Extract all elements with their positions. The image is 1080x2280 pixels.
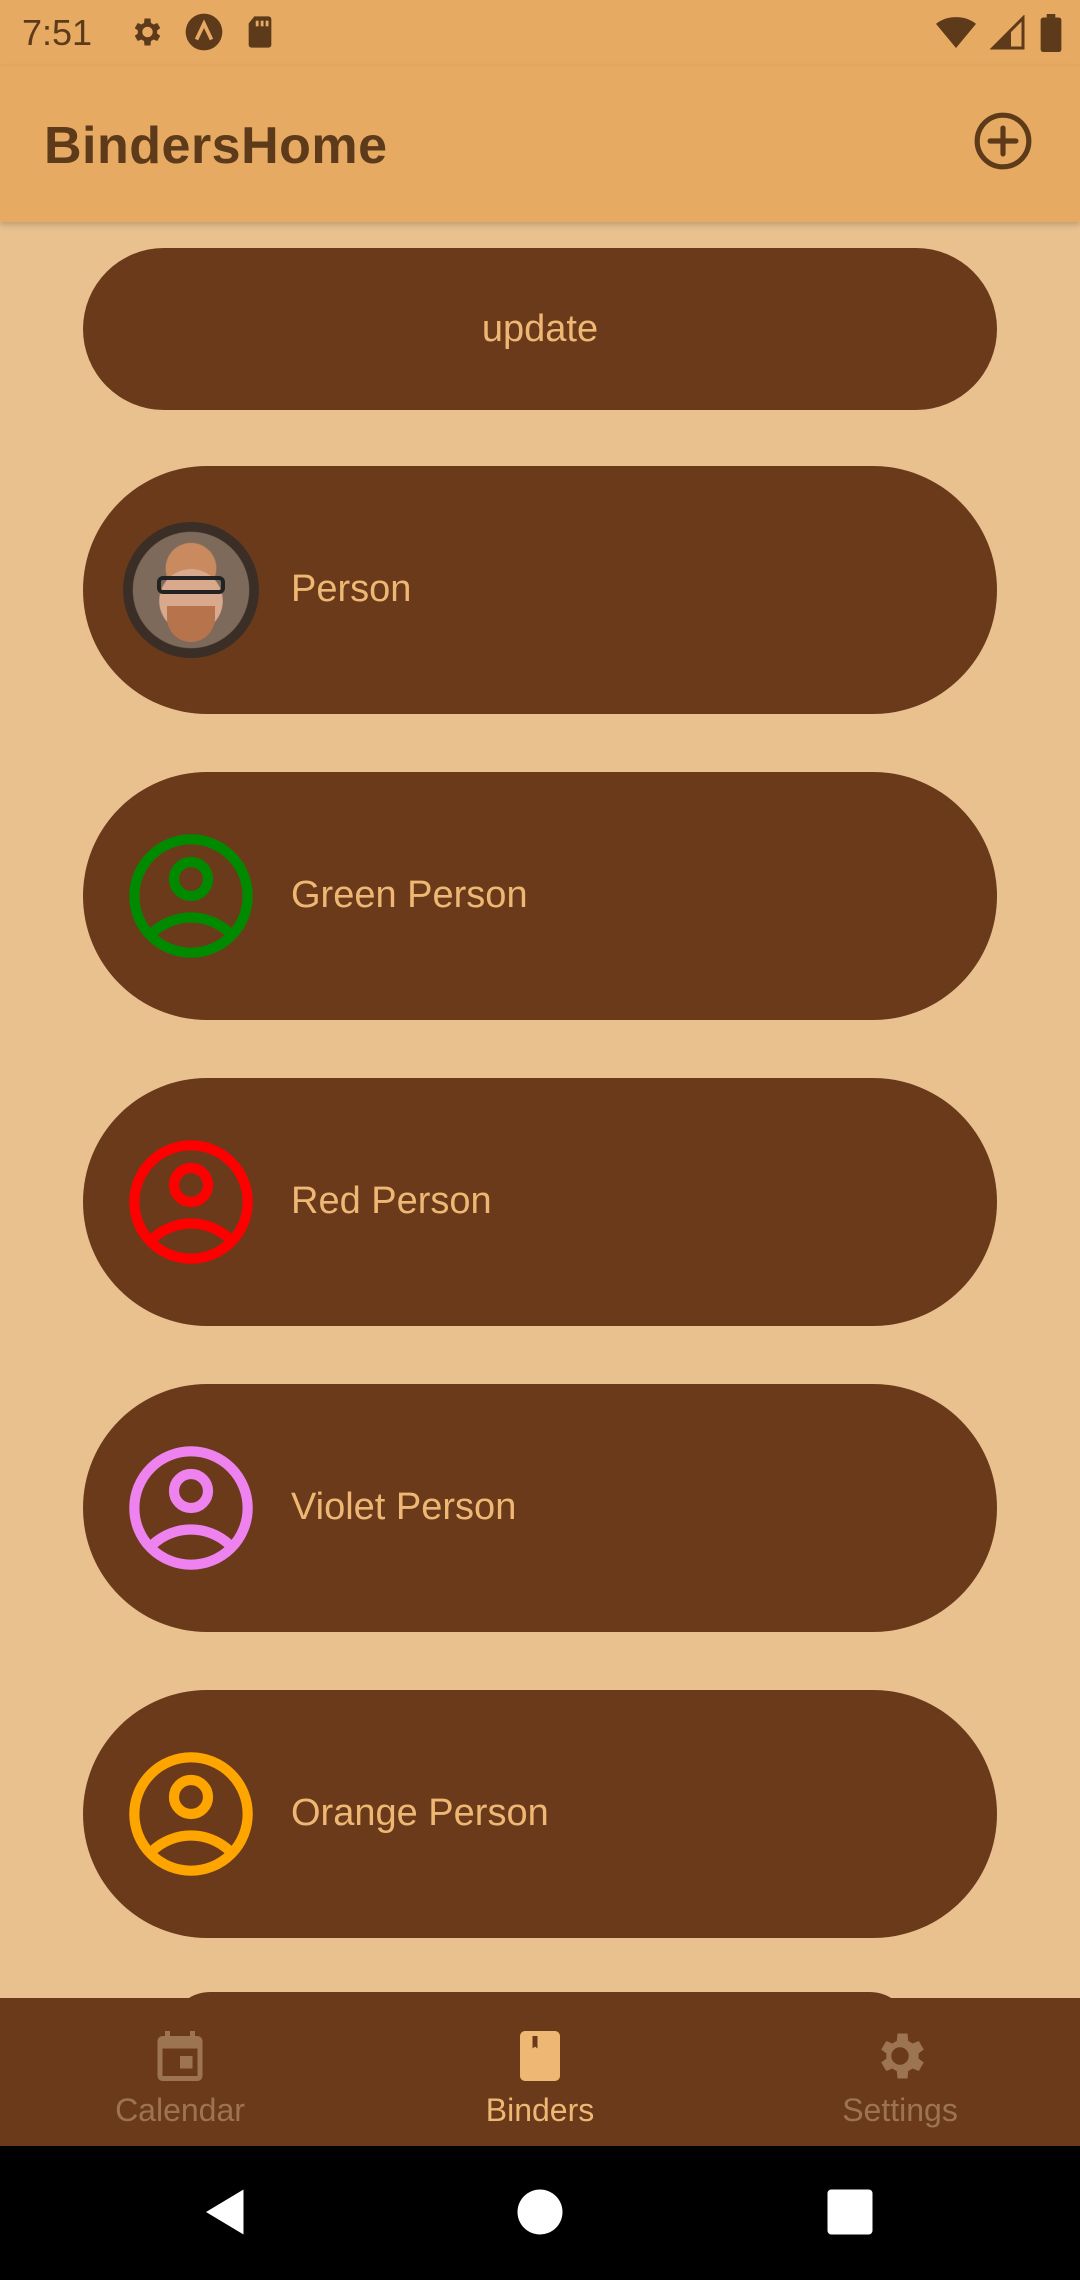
system-nav-bar <box>0 2146 1080 2280</box>
person-item[interactable]: Violet Person <box>83 1384 997 1632</box>
recents-icon[interactable] <box>820 2182 880 2242</box>
update-button-label: update <box>481 307 599 350</box>
person-outline-icon <box>129 1446 253 1570</box>
person-name: Person <box>291 568 412 610</box>
home-icon[interactable] <box>510 2182 570 2242</box>
nav-item-calendar[interactable]: Calendar <box>0 1998 360 2146</box>
calendar-icon <box>157 2031 203 2081</box>
status-bar: 7:51 <box>0 0 1080 66</box>
sd-card-icon <box>248 16 272 48</box>
person-photo-avatar <box>123 522 259 658</box>
add-binder-button[interactable] <box>972 110 1034 172</box>
app-bar: BindersHome <box>0 66 1080 222</box>
page-title: BindersHome <box>44 117 388 175</box>
add-circle-icon <box>974 112 1032 170</box>
cell-signal-icon <box>990 15 1025 50</box>
person-name: Orange Person <box>291 1792 549 1834</box>
person-item[interactable]: Red Person <box>83 1078 997 1326</box>
settings-gear-icon <box>134 18 161 46</box>
person-outline-icon <box>129 1752 253 1876</box>
app-notification-icon <box>185 13 223 51</box>
person-outline-icon <box>129 834 253 958</box>
status-time: 7:51 <box>22 12 93 53</box>
nav-item-binders[interactable]: Binders <box>360 1998 720 2146</box>
person-item[interactable]: Orange Person <box>83 1690 997 1938</box>
nav-item-settings[interactable]: Settings <box>720 1998 1080 2146</box>
person-item[interactable]: Green Person <box>83 772 997 1020</box>
person-item[interactable]: Person <box>83 466 997 714</box>
status-left-icons <box>128 12 276 52</box>
nav-label: Binders <box>485 2092 595 2128</box>
nav-label: Calendar <box>115 2092 245 2128</box>
settings-gear-icon <box>881 2033 924 2079</box>
battery-icon <box>1040 14 1062 52</box>
wifi-icon <box>936 17 976 48</box>
status-right-icons <box>936 14 1062 52</box>
person-name: Violet Person <box>291 1486 517 1528</box>
binder-icon <box>520 2031 560 2081</box>
binders-list[interactable]: update Person Green Person Red Person Vi… <box>0 222 1080 1998</box>
bottom-nav: Calendar Binders Settings <box>0 1998 1080 2146</box>
nav-label: Settings <box>842 2092 958 2128</box>
update-button[interactable]: update <box>83 248 997 410</box>
back-icon[interactable] <box>196 2182 256 2242</box>
person-name: Green Person <box>291 874 528 916</box>
person-outline-icon <box>129 1140 253 1264</box>
person-name: Red Person <box>291 1180 492 1222</box>
